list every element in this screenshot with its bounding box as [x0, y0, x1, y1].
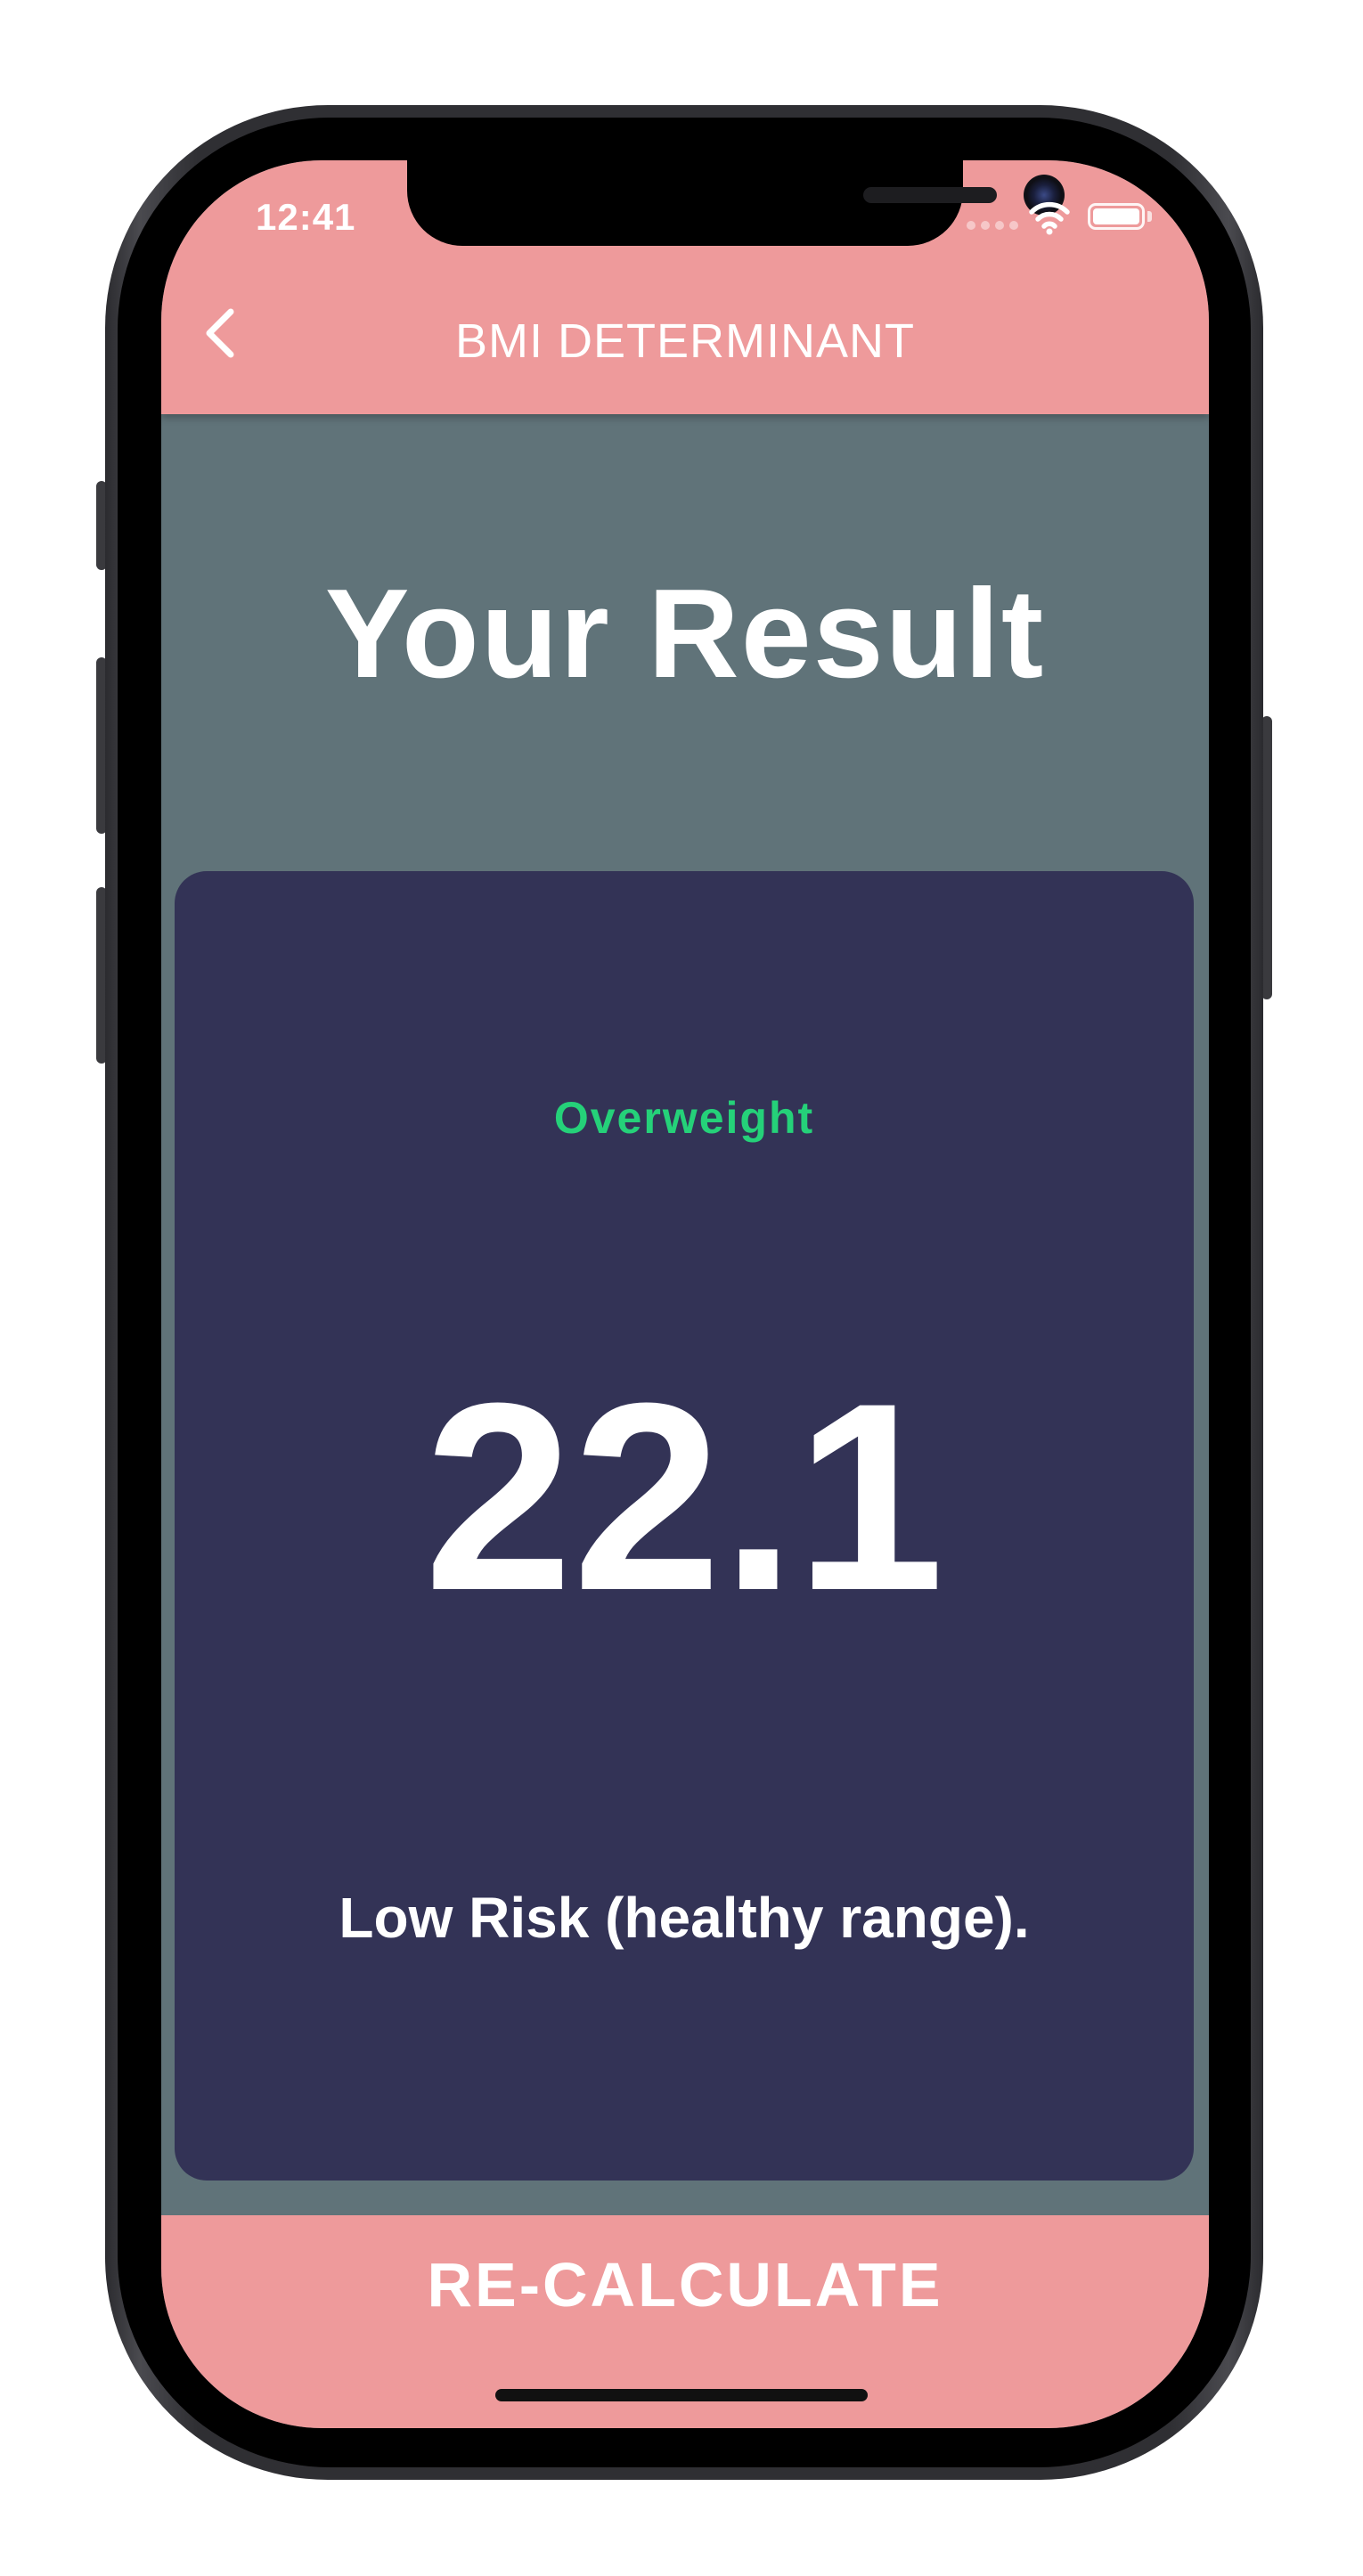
- result-card: Overweight 22.1 Low Risk (healthy range)…: [175, 871, 1194, 2181]
- app-screen: 12:41 BMI DETERMINANT Your Result Overwe…: [161, 160, 1209, 2428]
- device-stage: 12:41 BMI DETERMINANT Your Result Overwe…: [0, 0, 1363, 2576]
- bmi-value: 22.1: [424, 1347, 944, 1646]
- speaker-grille: [863, 187, 997, 203]
- home-indicator: [495, 2389, 868, 2401]
- battery-icon: [1088, 203, 1145, 230]
- notch: [407, 160, 1065, 246]
- bmi-interpretation: Low Risk (healthy range).: [339, 1886, 1030, 1950]
- recalculate-button-label: RE-CALCULATE: [427, 2250, 943, 2319]
- status-time: 12:41: [256, 196, 356, 238]
- bmi-category: Overweight: [553, 1093, 815, 1143]
- app-bar-title: BMI DETERMINANT: [454, 314, 915, 368]
- battery-level: [1093, 208, 1139, 224]
- cellular-signal-icon: [967, 221, 1018, 230]
- app-bar: 12:41 BMI DETERMINANT: [161, 160, 1209, 414]
- battery-cap: [1147, 211, 1152, 222]
- wifi-icon: [1029, 201, 1070, 235]
- page-title: Your Result: [324, 563, 1046, 705]
